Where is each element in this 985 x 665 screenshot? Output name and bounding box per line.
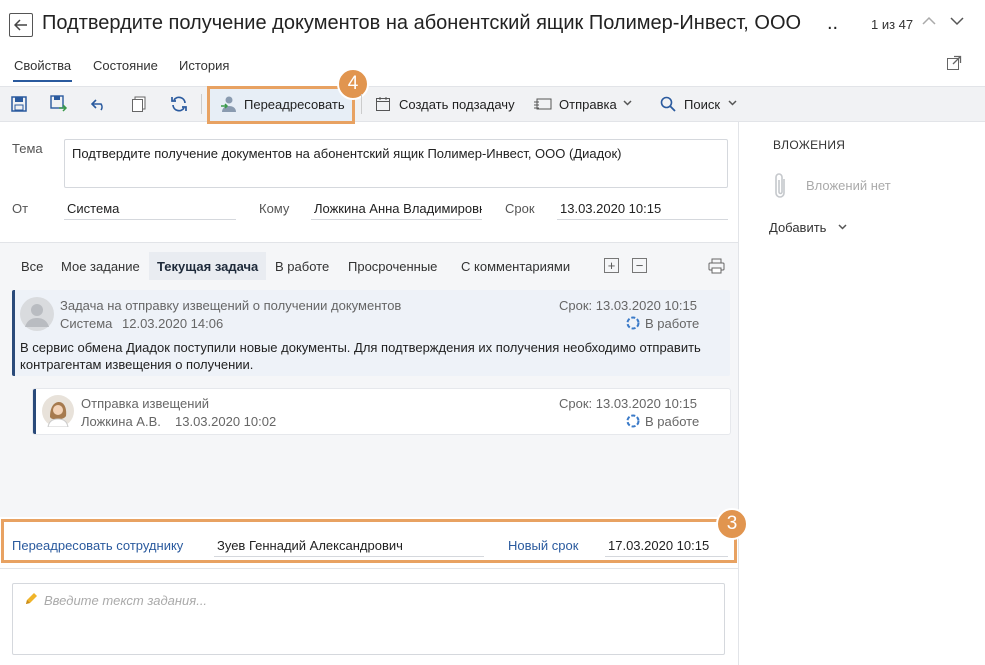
undo-icon[interactable]: [89, 94, 109, 114]
chevron-down-icon[interactable]: [950, 16, 964, 26]
avatar: [20, 297, 54, 331]
pencil-icon: [24, 592, 38, 606]
chevron-down-icon[interactable]: [838, 224, 847, 230]
task-history-panel: [0, 242, 738, 517]
filter-all[interactable]: Все: [21, 259, 43, 274]
back-button[interactable]: [9, 13, 33, 37]
task-due: Срок: 13.03.2020 10:15: [559, 396, 697, 411]
new-due-field[interactable]: 17.03.2020 10:15: [605, 538, 728, 557]
task-due: Срок: 13.03.2020 10:15: [559, 298, 697, 313]
tab-status[interactable]: Состояние: [93, 58, 158, 73]
toolbar-separator: [201, 94, 202, 114]
search-icon[interactable]: [658, 94, 678, 114]
user-redirect-icon: [219, 94, 239, 114]
task-description: В сервис обмена Диадок поступили новые д…: [20, 340, 701, 372]
filter-overdue[interactable]: Просроченные: [348, 259, 437, 274]
in-progress-icon: [626, 316, 640, 330]
task-date: 12.03.2020 14:06: [122, 316, 224, 331]
task-author: Система: [60, 316, 113, 331]
chevron-up-icon[interactable]: [922, 16, 936, 26]
to-label: Кому: [259, 201, 290, 216]
title-ellipsis: ..: [827, 12, 839, 34]
add-attachment-dropdown[interactable]: Добавить: [769, 220, 826, 235]
new-due-link[interactable]: Новый срок: [508, 538, 578, 553]
avatar: [42, 395, 74, 427]
subject-label: Тема: [12, 141, 43, 156]
send-dropdown[interactable]: Отправка: [559, 97, 617, 112]
active-tab-indicator: [13, 80, 72, 82]
redirect-to-employee-link[interactable]: Переадресовать сотруднику: [12, 538, 183, 553]
filter-my-task[interactable]: Мое задание: [61, 259, 140, 274]
divider: [0, 568, 738, 569]
print-icon[interactable]: [708, 258, 725, 274]
calendar-task-icon[interactable]: [373, 94, 393, 114]
refresh-icon[interactable]: [169, 94, 189, 114]
subject-field[interactable]: Подтвердите получение документов на абон…: [64, 139, 728, 188]
due-label: Срок: [505, 201, 535, 216]
from-label: От: [12, 201, 29, 216]
filter-in-progress[interactable]: В работе: [275, 259, 329, 274]
task-title: Отправка извещений: [81, 396, 209, 411]
arrow-left-icon: [14, 19, 28, 31]
filter-with-comments[interactable]: С комментариями: [461, 259, 570, 274]
in-progress-icon: [626, 414, 640, 428]
send-icon[interactable]: [533, 94, 553, 114]
tab-properties[interactable]: Свойства: [14, 58, 71, 73]
save-icon[interactable]: [9, 94, 29, 114]
open-external-icon[interactable]: [946, 55, 962, 71]
record-counter: 1 из 47: [871, 17, 914, 32]
page-title: Подтвердите получение документов на абон…: [42, 12, 802, 34]
task-title: Задача на отправку извещений о получении…: [60, 298, 402, 313]
task-author: Ложкина А.В.: [81, 414, 161, 429]
task-input-placeholder: Введите текст задания...: [44, 593, 208, 608]
callout-badge-3: 3: [716, 508, 748, 540]
panel-divider: [738, 122, 739, 665]
employee-field[interactable]: Зуев Геннадий Александрович: [214, 538, 484, 557]
chevron-down-icon[interactable]: [728, 100, 737, 106]
callout-badge-4: 4: [337, 68, 369, 100]
from-field[interactable]: Система: [64, 201, 236, 220]
task-status: В работе: [645, 316, 700, 331]
search-dropdown[interactable]: Поиск: [684, 97, 720, 112]
collapse-all-icon[interactable]: −: [632, 258, 647, 273]
filter-current-task[interactable]: Текущая задача: [157, 259, 258, 274]
chevron-down-icon[interactable]: [623, 100, 632, 106]
create-subtask-button[interactable]: Создать подзадачу: [399, 97, 515, 112]
to-field[interactable]: Ложкина Анна Владимировна: [311, 201, 482, 220]
due-field[interactable]: 13.03.2020 10:15: [557, 201, 728, 220]
attachments-title: ВЛОЖЕНИЯ: [773, 138, 846, 152]
paperclip-icon: [772, 171, 788, 201]
save-and-close-icon[interactable]: [49, 94, 69, 114]
task-status: В работе: [645, 414, 700, 429]
expand-all-icon[interactable]: +: [604, 258, 619, 273]
redirect-button-label: Переадресовать: [244, 97, 345, 112]
attachments-empty: Вложений нет: [806, 178, 891, 193]
task-date: 13.03.2020 10:02: [175, 414, 277, 429]
copy-icon[interactable]: [129, 94, 149, 114]
toolbar-separator: [361, 94, 362, 114]
tab-history[interactable]: История: [179, 58, 229, 73]
